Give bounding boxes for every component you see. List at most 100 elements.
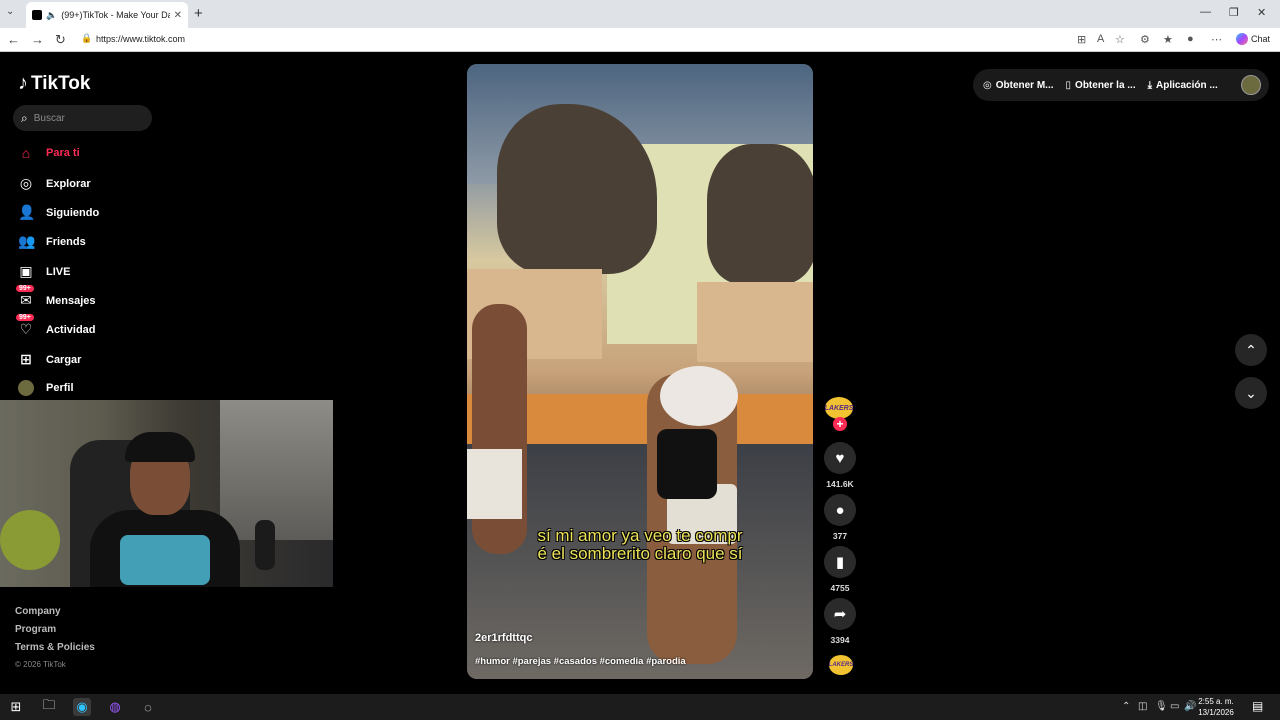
clock[interactable]: 2:55 a. m. 13/1/2026	[1194, 696, 1238, 718]
get-app-label: Obtener la ...	[1075, 79, 1136, 91]
get-coins-button[interactable]: ◎ Obtener M...	[983, 80, 1054, 91]
compass-icon: ◎	[19, 175, 33, 191]
activity-icon: ♡ 99+	[16, 314, 34, 338]
video-caption-line2: é el sombrerito claro que sí	[537, 544, 743, 563]
video-author[interactable]: 2er1rfdttqc	[475, 632, 532, 644]
sidebar-item-actividad[interactable]: ♡ 99+ Actividad	[16, 314, 96, 338]
sidebar-item-label: Actividad	[46, 323, 96, 336]
profile-avatar	[18, 380, 34, 396]
tray-chevron-icon[interactable]: ⌃	[1122, 701, 1130, 712]
follow-button[interactable]: +	[833, 417, 847, 431]
get-coins-label: Obtener M...	[995, 79, 1054, 91]
activity-badge: 99+	[16, 314, 34, 321]
more-menu-icon[interactable]: ⋯	[1211, 33, 1222, 46]
sidebar-item-siguiendo[interactable]: 👤 Siguiendo	[18, 204, 99, 221]
file-explorer-icon[interactable]: 🗀	[40, 697, 58, 716]
notification-icon[interactable]: ▤	[1252, 699, 1263, 713]
video-statue	[707, 144, 813, 284]
translate-icon[interactable]: A	[1097, 33, 1104, 45]
speaker-icon[interactable]: 🔈	[46, 10, 57, 21]
restore-icon[interactable]: ❐	[1229, 6, 1239, 19]
like-count: 141.6K	[826, 479, 854, 489]
lock-icon[interactable]: 🔒	[81, 33, 92, 44]
share-button[interactable]: ➦	[824, 598, 856, 630]
browser-tab[interactable]: 🔈 (99+)TikTok - Make Your Day ✕	[26, 2, 188, 28]
tiktok-page: ♪ TikTok ⌕ Buscar ⌂ Para ti ◎ Explorar 👤…	[0, 53, 1277, 691]
video-player[interactable]: sí mi amor ya veo te compr é el sombreri…	[467, 64, 813, 679]
creator-avatar[interactable]: LAKERS	[825, 397, 853, 419]
new-tab-icon[interactable]: +	[194, 5, 203, 22]
sidebar-item-cargar[interactable]: ⊞ Cargar	[18, 351, 81, 368]
favorite-star-icon[interactable]: ☆	[1115, 33, 1125, 46]
user-avatar[interactable]	[1241, 75, 1261, 95]
cam-pillow	[0, 510, 60, 570]
video-hashtags[interactable]: #humor #parejas #casados #comedia #parod…	[475, 656, 686, 667]
cam-shirt-print	[120, 535, 210, 585]
copilot-chat-button[interactable]: Chat	[1236, 33, 1270, 45]
extensions-icon[interactable]: ⚙	[1140, 33, 1150, 46]
get-app-button[interactable]: ▯ Obtener la ...	[1066, 80, 1136, 91]
search-input[interactable]: ⌕ Buscar	[13, 105, 152, 131]
obs-icon[interactable]: ◌	[139, 698, 157, 716]
previous-video-button[interactable]: ⌃	[1235, 334, 1267, 366]
share-count: 3394	[830, 635, 850, 645]
sidebar-item-para-ti[interactable]: ⌂ Para ti	[18, 145, 80, 161]
footer-link-company[interactable]: Company	[15, 606, 61, 617]
favorites-icon[interactable]: ★	[1163, 33, 1173, 46]
reload-icon[interactable]: ↻	[55, 32, 66, 48]
close-tab-icon[interactable]: ✕	[174, 10, 182, 21]
comment-button[interactable]: ●	[824, 494, 856, 526]
microphone-icon[interactable]: 🎙	[1155, 701, 1168, 712]
footer-link-terms[interactable]: Terms & Policies	[15, 642, 95, 653]
desktop-app-label: Aplicación ...	[1156, 79, 1218, 91]
coin-icon: ◎	[983, 79, 992, 91]
back-icon[interactable]: ←	[7, 32, 20, 47]
minimize-icon[interactable]: —	[1200, 6, 1211, 18]
like-button[interactable]: ♥	[824, 442, 856, 474]
sidebar-item-label: Friends	[46, 235, 86, 248]
next-video-button[interactable]: ⌄	[1235, 377, 1267, 409]
app-available-icon[interactable]: ⊞	[1077, 33, 1086, 46]
copilot-icon	[1236, 33, 1248, 45]
chevron-up-icon: ⌃	[1245, 341, 1257, 358]
sidebar-item-perfil[interactable]: Perfil	[18, 380, 74, 396]
profile-icon[interactable]: ●	[1187, 33, 1194, 45]
comment-icon: ●	[835, 501, 845, 519]
sidebar-item-mensajes[interactable]: ✉ 99+ Mensajes	[16, 285, 96, 309]
save-button[interactable]: ▮	[824, 546, 856, 578]
friends-icon: 👥	[18, 233, 36, 249]
comment-count: 377	[832, 531, 848, 541]
clock-date: 13/1/2026	[1198, 708, 1234, 717]
tab-actions-icon[interactable]: ⌄	[6, 6, 14, 17]
app-icon[interactable]: ◍	[106, 698, 124, 716]
video-hat	[660, 366, 738, 426]
tab-title: (99+)TikTok - Make Your Day	[61, 10, 170, 20]
sidebar-item-friends[interactable]: 👥 Friends	[18, 233, 86, 250]
sidebar-item-live[interactable]: ▣ LIVE	[18, 263, 70, 280]
share-icon: ➦	[833, 606, 847, 623]
close-window-icon[interactable]: ✕	[1257, 6, 1266, 19]
forward-icon[interactable]: →	[31, 32, 44, 47]
webcam-overlay	[0, 400, 333, 587]
home-icon: ⌂	[21, 145, 31, 161]
edge-browser-icon[interactable]: ◉	[73, 698, 91, 716]
footer-link-program[interactable]: Program	[15, 624, 56, 635]
live-icon: ▣	[19, 263, 33, 279]
sidebar-item-label: Para ti	[46, 147, 80, 159]
video-caption-line1: sí mi amor ya veo te compr	[537, 526, 743, 545]
url-field[interactable]: https://www.tiktok.com	[96, 34, 185, 44]
sidebar-item-explorar[interactable]: ◎ Explorar	[18, 175, 91, 192]
network-icon[interactable]: ▭	[1170, 701, 1179, 712]
video-person-shorts	[467, 449, 522, 519]
download-icon: ⤓	[1147, 79, 1153, 91]
tray-icon[interactable]: ◫	[1138, 701, 1147, 712]
windows-start-icon[interactable]: ⊞	[7, 698, 25, 716]
tiktok-favicon-icon	[32, 10, 42, 20]
copyright: © 2026 TikTok	[15, 660, 66, 669]
desktop-app-button[interactable]: ⤓ Aplicación ...	[1148, 80, 1218, 91]
music-disc-icon[interactable]: LAKERS	[829, 655, 853, 675]
browser-tab-strip: ⌄ 🔈 (99+)TikTok - Make Your Day ✕ + — ❐ …	[0, 0, 1280, 28]
chat-label: Chat	[1251, 34, 1271, 44]
sidebar-item-label: Perfil	[46, 382, 74, 394]
tiktok-logo[interactable]: ♪ TikTok	[18, 72, 90, 95]
